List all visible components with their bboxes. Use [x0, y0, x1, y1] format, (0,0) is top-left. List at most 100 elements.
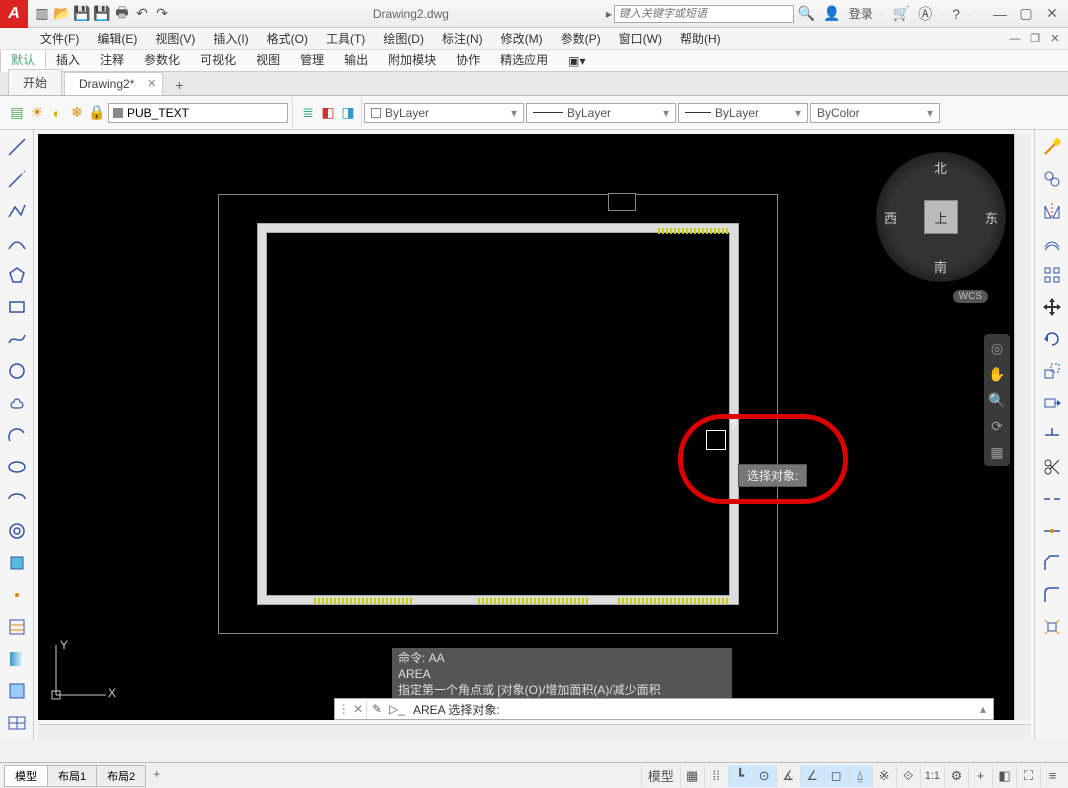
- viewcube-north[interactable]: 北: [934, 158, 947, 177]
- hatch-tool-icon[interactable]: [4, 614, 30, 640]
- arc2-tool-icon[interactable]: [4, 422, 30, 448]
- move-tool-icon[interactable]: [1039, 294, 1065, 320]
- polygon-tool-icon[interactable]: [4, 262, 30, 288]
- status-model-button[interactable]: 模型: [641, 765, 680, 787]
- ribbon-tab-visualize[interactable]: 可视化: [190, 48, 246, 71]
- status-snap-icon[interactable]: ⁞⁞: [704, 765, 728, 787]
- block-tool-icon[interactable]: [4, 550, 30, 576]
- nav-showmotion-icon[interactable]: ▦: [987, 442, 1007, 462]
- viewcube-top-face[interactable]: 上: [924, 200, 958, 234]
- layout-tab-add[interactable]: +: [145, 765, 168, 783]
- login-link[interactable]: 登录: [849, 5, 873, 22]
- status-transparency-icon[interactable]: ※: [872, 765, 896, 787]
- rotate-tool-icon[interactable]: [1039, 326, 1065, 352]
- menu-file[interactable]: 文件(F): [32, 28, 87, 49]
- ribbon-tab-parametric[interactable]: 参数化: [134, 48, 190, 71]
- search-icon[interactable]: 🔍: [798, 5, 815, 22]
- layer-combo[interactable]: PUB_TEXT: [108, 103, 288, 123]
- status-polar-icon[interactable]: ⊙: [752, 765, 776, 787]
- status-grid-icon[interactable]: ▦: [680, 765, 704, 787]
- cmdline-text[interactable]: AREA 选择对象:: [407, 701, 973, 718]
- ray-tool-icon[interactable]: [4, 166, 30, 192]
- close-button[interactable]: ✕: [1040, 4, 1064, 24]
- layer-states-icon[interactable]: ☀: [28, 104, 46, 122]
- rectangle-tool-icon[interactable]: [4, 294, 30, 320]
- doc-restore-button[interactable]: ❐: [1026, 31, 1044, 47]
- menu-tools[interactable]: 工具(T): [318, 28, 373, 49]
- search-input[interactable]: [614, 5, 794, 23]
- plotstyle-combo[interactable]: ByColor▾: [810, 103, 940, 123]
- nav-zoom-icon[interactable]: 🔍: [987, 390, 1007, 410]
- layout-tab-model[interactable]: 模型: [4, 765, 48, 787]
- polyline-tool-icon[interactable]: [4, 198, 30, 224]
- status-ortho-icon[interactable]: ┗: [728, 765, 752, 787]
- region-tool-icon[interactable]: [4, 678, 30, 704]
- layer-lock-icon[interactable]: 🔒: [88, 104, 106, 122]
- viewcube-west[interactable]: 西: [884, 208, 897, 227]
- layer-iso-icon[interactable]: ◨: [339, 104, 357, 122]
- lineweight-combo[interactable]: ByLayer▾: [678, 103, 808, 123]
- chamfer-tool-icon[interactable]: [1039, 550, 1065, 576]
- ribbon-tab-view[interactable]: 视图: [246, 48, 290, 71]
- save-icon[interactable]: 💾: [74, 6, 90, 22]
- nav-wheel-icon[interactable]: ◎: [987, 338, 1007, 358]
- point-tool-icon[interactable]: [4, 582, 30, 608]
- plot-icon[interactable]: 🖶: [114, 6, 130, 22]
- color-combo[interactable]: ByLayer▾: [364, 103, 524, 123]
- donut-tool-icon[interactable]: [4, 518, 30, 544]
- mirror-tool-icon[interactable]: [1039, 198, 1065, 224]
- doc-tab-active[interactable]: Drawing2* ✕: [64, 72, 163, 95]
- nav-orbit-icon[interactable]: ⟳: [987, 416, 1007, 436]
- circle-tool-icon[interactable]: [4, 358, 30, 384]
- break-tool-icon[interactable]: [1039, 486, 1065, 512]
- cmdline-grip-icon[interactable]: ⋮ ✕: [335, 699, 367, 719]
- menu-modify[interactable]: 修改(M): [493, 28, 551, 49]
- redo-icon[interactable]: ↷: [154, 6, 170, 22]
- fillet-tool-icon[interactable]: [1039, 582, 1065, 608]
- explode-tool-icon[interactable]: [1039, 614, 1065, 640]
- cmdline-history-icon[interactable]: ▴: [973, 702, 993, 716]
- vertical-scrollbar[interactable]: [1014, 134, 1030, 720]
- status-ui-icon[interactable]: ◧: [992, 765, 1016, 787]
- doc-tab-start[interactable]: 开始: [8, 69, 62, 95]
- help-icon[interactable]: ?: [952, 6, 960, 22]
- menu-help[interactable]: 帮助(H): [672, 28, 729, 49]
- open-icon[interactable]: 📂: [54, 6, 70, 22]
- ribbon-tab-manage[interactable]: 管理: [290, 48, 334, 71]
- drawing-canvas[interactable]: ? 选择对象: 上 北 南 西 东 WCS ◎ ✋ 🔍 ⟳ ▦: [38, 134, 1030, 720]
- ellipse-tool-icon[interactable]: [4, 454, 30, 480]
- layout-tab-2[interactable]: 布局2: [96, 765, 146, 787]
- status-plus-icon[interactable]: +: [968, 765, 992, 787]
- layer-match-icon[interactable]: ◧: [319, 104, 337, 122]
- gradient-tool-icon[interactable]: [4, 646, 30, 672]
- menu-edit[interactable]: 编辑(E): [89, 28, 145, 49]
- status-cycling-icon[interactable]: ⟐: [896, 765, 920, 787]
- user-icon[interactable]: 👤: [823, 5, 840, 22]
- linetype-combo[interactable]: ByLayer▾: [526, 103, 676, 123]
- doc-close-button[interactable]: ✕: [1046, 31, 1064, 47]
- table-tool-icon[interactable]: [4, 710, 30, 736]
- status-isodraft-icon[interactable]: ∡: [776, 765, 800, 787]
- spline-tool-icon[interactable]: [4, 326, 30, 352]
- join-tool-icon[interactable]: [1039, 518, 1065, 544]
- cmdline-customize-icon[interactable]: ✎: [367, 702, 387, 716]
- ribbon-expand-icon[interactable]: ▣▾: [558, 51, 595, 71]
- menu-insert[interactable]: 插入(I): [205, 28, 256, 49]
- doc-minimize-button[interactable]: —: [1006, 31, 1024, 47]
- menu-view[interactable]: 视图(V): [147, 28, 203, 49]
- status-gear-icon[interactable]: ⚙: [944, 765, 968, 787]
- ribbon-tab-output[interactable]: 输出: [334, 48, 378, 71]
- nav-pan-icon[interactable]: ✋: [987, 364, 1007, 384]
- cart-icon[interactable]: 🛒: [893, 5, 910, 22]
- ribbon-tab-insert[interactable]: 插入: [46, 48, 90, 71]
- menu-window[interactable]: 窗口(W): [611, 28, 670, 49]
- maximize-button[interactable]: ▢: [1014, 4, 1038, 24]
- wcs-badge[interactable]: WCS: [953, 290, 988, 303]
- viewcube[interactable]: 上 北 南 西 东: [876, 152, 1006, 282]
- menu-param[interactable]: 参数(P): [553, 28, 609, 49]
- scale-tool-icon[interactable]: [1039, 358, 1065, 384]
- revcloud-tool-icon[interactable]: [4, 390, 30, 416]
- new-icon[interactable]: ▥: [34, 6, 50, 22]
- viewcube-east[interactable]: 东: [985, 208, 998, 227]
- ellipse-arc-tool-icon[interactable]: [4, 486, 30, 512]
